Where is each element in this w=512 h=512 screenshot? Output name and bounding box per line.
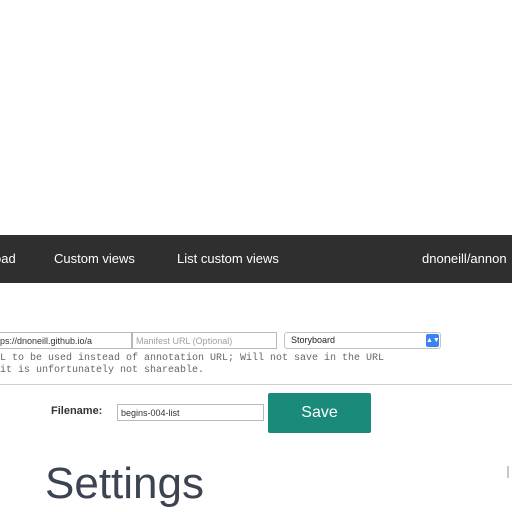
page-blank-area (0, 0, 512, 235)
filename-input[interactable] (117, 404, 264, 421)
nav-item-load[interactable]: oad (0, 235, 16, 283)
view-type-select[interactable]: Storyboard ▲▼ (284, 332, 441, 349)
annotation-url-input[interactable] (0, 332, 132, 349)
help-text: L to be used instead of annotation URL; … (0, 353, 512, 377)
settings-heading: Settings (45, 459, 204, 508)
manifest-url-input[interactable] (132, 332, 277, 349)
nav-item-custom-views[interactable]: Custom views (54, 235, 135, 283)
nav-item-user[interactable]: dnoneill/annon (422, 235, 507, 283)
help-text-line-2: it is unfortunately not shareable. (0, 365, 205, 376)
scroll-edge-mark (507, 466, 509, 478)
filename-label: Filename: (51, 405, 103, 417)
save-button[interactable]: Save (268, 393, 371, 433)
nav-item-list-custom-views[interactable]: List custom views (177, 235, 279, 283)
help-text-line-1: L to be used instead of annotation URL; … (0, 353, 385, 364)
view-type-selected-value: Storyboard (291, 335, 336, 345)
help-divider (0, 384, 512, 385)
select-arrows-icon: ▲▼ (426, 334, 440, 347)
top-navbar: oad Custom views List custom views dnone… (0, 235, 512, 283)
